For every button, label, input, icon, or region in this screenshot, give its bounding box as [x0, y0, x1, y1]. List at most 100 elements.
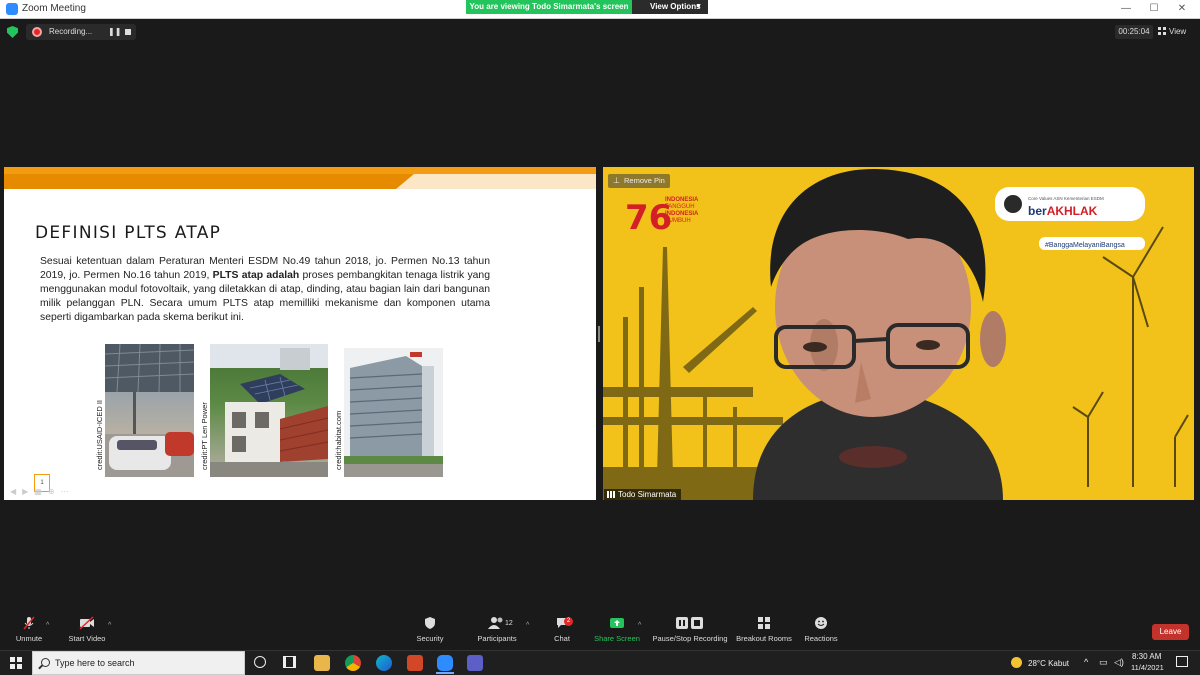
breakout-rooms-label: Breakout Rooms	[736, 634, 792, 643]
clock-date[interactable]: 11/4/2021	[1131, 663, 1164, 672]
windows-start-icon[interactable]	[10, 657, 22, 669]
banner-line-2: TANGGUH	[665, 204, 695, 210]
share-screen-label: Share Screen	[594, 634, 640, 643]
zoom-app-icon	[6, 3, 18, 15]
leave-meeting-button[interactable]: Leave	[1152, 624, 1189, 640]
weather-text[interactable]: 28°C Kabut	[1028, 659, 1069, 668]
svg-text:berAKHLAK: berAKHLAK	[1028, 204, 1098, 218]
building-facade-illustration	[344, 348, 443, 477]
pause-recording-icon[interactable]: ❚❚	[108, 27, 121, 36]
pause-stop-recording-label: Pause/Stop Recording	[652, 634, 728, 643]
teams-icon[interactable]	[467, 655, 483, 671]
carport-solar-photo	[105, 344, 194, 477]
file-explorer-icon[interactable]	[314, 655, 330, 671]
rooftop-house-photo	[210, 344, 328, 477]
logo-text-bold: AKHLAK	[1047, 204, 1098, 218]
slide-header-bar	[4, 167, 596, 174]
view-options-button[interactable]: View Options ▼	[632, 0, 708, 14]
reactions-label: Reactions	[804, 634, 838, 643]
clock-time[interactable]: 8:30 AM	[1132, 652, 1161, 661]
security-label: Security	[416, 634, 444, 643]
slide-body-bold: PLTS atap adalah	[212, 270, 300, 281]
window-title: Zoom Meeting	[22, 3, 86, 14]
network-icon[interactable]: ▭	[1099, 657, 1108, 668]
audio-options-chevron-icon[interactable]: ^	[46, 622, 49, 629]
edge-icon[interactable]	[376, 655, 392, 671]
participants-button[interactable]: Participants	[474, 616, 520, 643]
banner-line-4: TUMBUH	[665, 218, 691, 224]
show-hidden-icons-chevron-icon[interactable]: ^	[1084, 657, 1088, 667]
recording-label: Recording...	[49, 27, 93, 36]
banner-line-3: INDONESIA	[665, 211, 699, 217]
pause-stop-icon	[676, 617, 703, 629]
notifications-icon[interactable]	[1176, 656, 1188, 667]
start-video-label: Start Video	[68, 634, 106, 643]
close-button[interactable]: ✕	[1172, 2, 1192, 16]
view-layout-label: View	[1169, 27, 1187, 36]
breakout-rooms-grid-icon	[758, 617, 770, 629]
participant-name: Todo Simarmata	[618, 490, 677, 499]
unmute-button[interactable]: Unmute	[14, 616, 44, 643]
view-options-label: View Options	[650, 2, 701, 11]
grid-icon	[1158, 27, 1166, 35]
chevron-down-icon: ▼	[695, 3, 702, 10]
smiley-reaction-icon	[815, 617, 827, 629]
chat-unread-badge: 2	[564, 617, 573, 626]
zoom-active-indicator	[436, 672, 454, 674]
reactions-button[interactable]: Reactions	[802, 616, 840, 643]
participant-name-tag: Todo Simarmata	[604, 489, 682, 500]
microphone-muted-icon	[23, 616, 35, 630]
breakout-rooms-button[interactable]: Breakout Rooms	[735, 616, 793, 643]
taskbar-search-input[interactable]	[55, 656, 240, 670]
speaker-video-frame: 76 INDONESIA TANGGUH INDONESIA TUMBUH Co…	[603, 167, 1194, 500]
shared-screen-slide: DEFINISI PLTS ATAP Sesuai ketentuan dala…	[4, 167, 596, 500]
powerpoint-icon[interactable]	[407, 655, 423, 671]
unmute-label: Unmute	[15, 634, 43, 643]
remove-pin-label: Remove Pin	[624, 176, 665, 185]
participants-count: 12	[505, 620, 513, 627]
chrome-icon[interactable]	[345, 655, 361, 671]
minimize-button[interactable]: —	[1116, 2, 1136, 16]
remove-pin-button[interactable]: ⊥ Remove Pin	[608, 174, 670, 188]
participants-label: Participants	[477, 634, 517, 643]
video-options-chevron-icon[interactable]: ^	[108, 622, 111, 629]
photo-credit-1: credit:USAID-ICED II	[95, 399, 104, 470]
weather-sun-icon	[1011, 657, 1022, 668]
zoom-taskbar-icon[interactable]	[437, 655, 453, 671]
logo-tagline: Core Values ASN Kementerian ESDM	[1028, 196, 1104, 201]
start-video-button[interactable]: Start Video	[66, 616, 108, 643]
screen-share-banner: You are viewing Todo Simarmata's screen	[466, 0, 632, 14]
hashtag-label: #BanggaMelayaniBangsa	[1045, 242, 1125, 249]
security-button[interactable]: Security	[413, 616, 447, 643]
pin-icon: ⊥	[613, 176, 620, 185]
share-screen-button[interactable]: Share Screen	[592, 616, 642, 643]
taskbar-search[interactable]	[32, 651, 245, 675]
stop-recording-icon[interactable]	[125, 29, 131, 35]
slide-navigation-icons[interactable]: ◀▶▦⊕⋯	[10, 487, 75, 496]
cortana-icon[interactable]	[254, 656, 266, 668]
signal-bars-icon	[607, 491, 615, 498]
meeting-timer: 00:25:04	[1115, 25, 1153, 39]
building-facade-photo	[344, 348, 443, 477]
split-view-divider-handle[interactable]	[598, 326, 600, 342]
logo-text-plain: ber	[1028, 204, 1047, 218]
share-screen-arrow-icon	[610, 618, 624, 628]
photo-credit-3: credit:habitat.com	[334, 410, 343, 470]
participants-options-chevron-icon[interactable]: ^	[526, 622, 529, 629]
security-shield-icon[interactable]	[7, 26, 18, 38]
view-layout-button[interactable]: View	[1158, 25, 1192, 39]
share-options-chevron-icon[interactable]: ^	[638, 622, 641, 629]
chat-label: Chat	[554, 634, 570, 643]
volume-icon[interactable]: ◁)	[1114, 657, 1124, 668]
slide-title: DEFINISI PLTS ATAP	[35, 223, 222, 243]
recording-dot-icon	[32, 27, 42, 37]
video-camera-off-icon	[79, 616, 94, 630]
participants-icon	[488, 617, 503, 629]
security-shield-outline-icon	[425, 617, 435, 629]
slide-header-stripe	[4, 174, 414, 189]
pause-stop-recording-button[interactable]: Pause/Stop Recording	[650, 616, 730, 643]
photo-credit-2: credit:PT Len Power	[200, 402, 209, 470]
task-view-icon[interactable]	[283, 656, 296, 668]
maximize-button[interactable]: ☐	[1144, 2, 1164, 16]
search-icon	[41, 658, 50, 667]
